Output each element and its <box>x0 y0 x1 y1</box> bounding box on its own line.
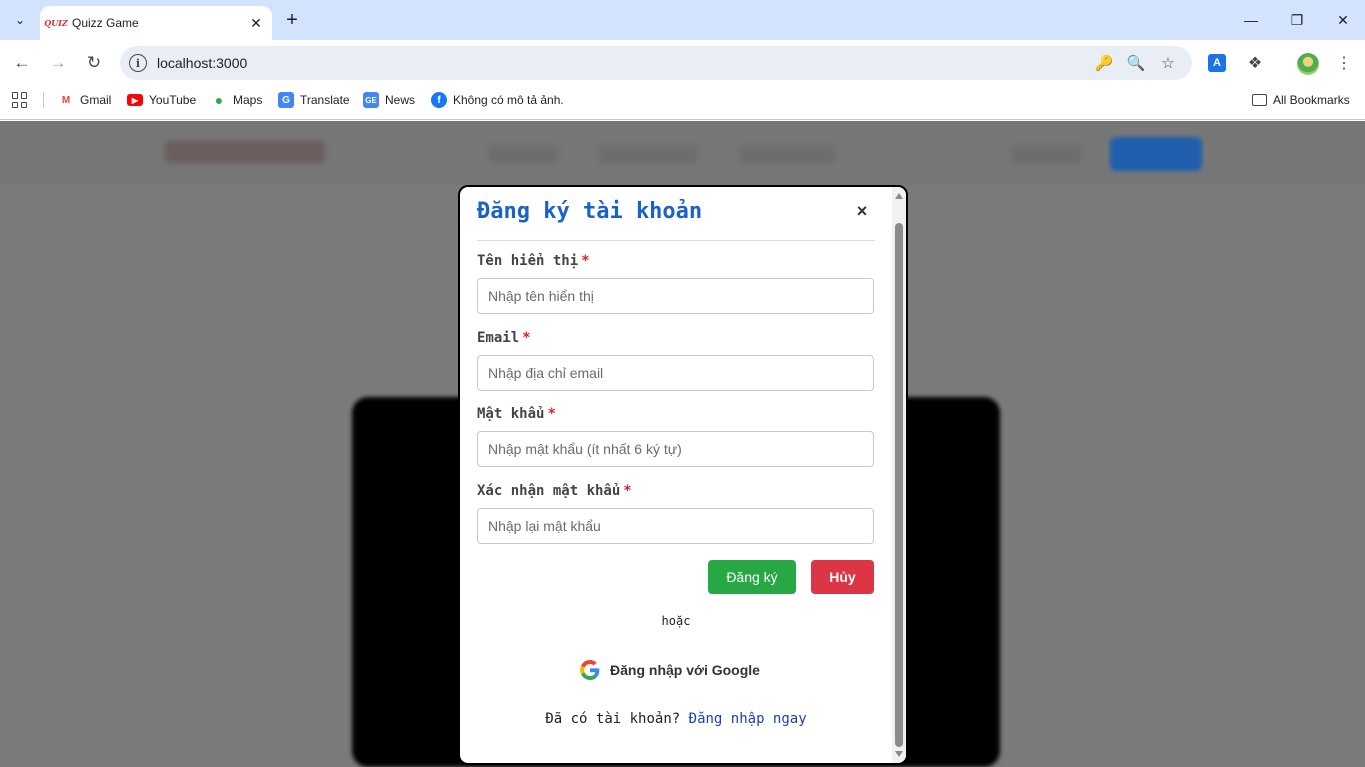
restore-icon[interactable]: ❐ <box>1285 8 1309 32</box>
address-bar[interactable]: i localhost:3000 🔑 🔍 ☆ <box>120 46 1192 80</box>
bookmark-label: YouTube <box>149 93 197 107</box>
tab-search-chevron-icon[interactable]: ⌄ <box>8 8 32 32</box>
tab-strip: ⌄ QUIZ Quizz Game ✕ + — ❐ ✕ <box>0 0 1365 40</box>
profile-avatar[interactable] <box>1297 53 1319 75</box>
facebook-icon: f <box>431 92 447 108</box>
register-modal: Đăng ký tài khoản × Tên hiển thị* Email*… <box>458 185 908 765</box>
new-tab-plus-icon[interactable]: + <box>280 8 304 32</box>
password-input[interactable] <box>477 431 874 467</box>
modal-divider <box>477 240 875 241</box>
all-bookmarks-label: All Bookmarks <box>1273 93 1350 107</box>
password-label-text: Mật khẩu <box>477 406 545 422</box>
display-name-label: Tên hiển thị * <box>477 253 590 269</box>
bookmark-label: Maps <box>233 93 263 107</box>
or-divider-text: hoặc <box>661 614 691 628</box>
password-key-icon[interactable]: 🔑 <box>1094 53 1114 73</box>
google-translate-icon[interactable]: A <box>1208 54 1226 72</box>
google-login-button[interactable]: Đăng nhập với Google <box>580 657 760 683</box>
scroll-up-arrow-icon[interactable] <box>895 193 903 199</box>
register-button[interactable]: Đăng ký <box>708 560 796 594</box>
active-tab[interactable]: QUIZ Quizz Game ✕ <box>40 6 272 40</box>
display-name-label-text: Tên hiển thị <box>477 253 579 269</box>
youtube-icon: ▶ <box>127 94 143 106</box>
translate-icon: G <box>278 92 294 108</box>
required-marker: * <box>581 253 590 269</box>
bookmark-label: News <box>385 93 416 107</box>
email-input[interactable] <box>477 355 874 391</box>
bookmarks-bar <box>0 86 1365 120</box>
login-now-link[interactable]: Đăng nhập ngay <box>689 711 807 727</box>
modal-scrollbar[interactable] <box>892 187 906 763</box>
scrollbar-thumb[interactable] <box>895 223 903 747</box>
minimize-icon[interactable]: — <box>1239 8 1263 32</box>
bookmark-facebook[interactable]: f Không có mô tả ảnh. <box>431 91 564 109</box>
email-label: Email * <box>477 330 531 346</box>
blurred-nav-item <box>598 145 698 163</box>
required-marker: * <box>623 483 632 499</box>
zoom-icon[interactable]: 🔍 <box>1126 53 1146 73</box>
confirm-password-label: Xác nhận mật khẩu * <box>477 483 632 499</box>
maps-icon: ● <box>214 92 224 108</box>
password-label: Mật khẩu * <box>477 406 556 422</box>
blurred-logo <box>165 141 325 163</box>
login-prompt: Đã có tài khoản? Đăng nhập ngay <box>460 711 892 727</box>
browser-toolbar: ← → ↻ i localhost:3000 🔑 🔍 ☆ A ❖ ⋮ <box>0 40 1365 86</box>
apps-grid-icon[interactable] <box>12 92 28 108</box>
site-info-icon[interactable]: i <box>129 54 147 72</box>
forward-arrow-icon[interactable]: → <box>44 49 72 77</box>
news-icon: GE <box>363 92 379 108</box>
bookmark-label: Gmail <box>80 93 112 107</box>
extensions-puzzle-icon[interactable]: ❖ <box>1242 50 1268 76</box>
url-text[interactable]: localhost:3000 <box>157 55 247 71</box>
blurred-nav-item <box>1012 145 1082 163</box>
display-name-input[interactable] <box>477 278 874 314</box>
reload-icon[interactable]: ↻ <box>80 49 108 77</box>
blurred-header-button <box>1110 137 1202 171</box>
window-close-icon[interactable]: ✕ <box>1331 8 1355 32</box>
scroll-down-arrow-icon[interactable] <box>895 751 903 757</box>
bookmark-news[interactable]: GE News <box>363 91 415 109</box>
bookmark-label: Không có mô tả ảnh. <box>453 93 564 107</box>
folder-icon <box>1252 94 1267 106</box>
google-g-icon <box>580 660 600 680</box>
menu-kebab-icon[interactable]: ⋮ <box>1331 50 1357 76</box>
bookmark-translate[interactable]: G Translate <box>278 91 350 109</box>
modal-title: Đăng ký tài khoản <box>477 199 703 224</box>
bookmark-gmail[interactable]: M Gmail <box>58 91 112 109</box>
blurred-nav-item <box>740 145 835 163</box>
gmail-icon: M <box>61 94 71 106</box>
blurred-app-header <box>0 121 1365 185</box>
bookmark-label: Translate <box>300 93 350 107</box>
bookmarks-separator <box>43 92 44 108</box>
required-marker: * <box>547 406 556 422</box>
tab-title: Quizz Game <box>72 16 139 30</box>
close-icon[interactable]: × <box>852 201 872 221</box>
cancel-button[interactable]: Hủy <box>811 560 874 594</box>
all-bookmarks[interactable]: All Bookmarks <box>1252 91 1350 109</box>
confirm-password-input[interactable] <box>477 508 874 544</box>
back-arrow-icon[interactable]: ← <box>8 49 36 77</box>
required-marker: * <box>522 330 531 346</box>
blurred-nav-item <box>488 145 558 163</box>
bookmark-maps[interactable]: ● Maps <box>211 91 263 109</box>
bookmark-youtube[interactable]: ▶ YouTube <box>127 91 196 109</box>
quiz-favicon-icon: QUIZ <box>44 18 68 28</box>
email-label-text: Email <box>477 330 520 346</box>
confirm-password-label-text: Xác nhận mật khẩu <box>477 483 621 499</box>
tab-close-icon[interactable]: ✕ <box>246 13 266 33</box>
login-prompt-text: Đã có tài khoản? <box>545 711 681 727</box>
google-login-label: Đăng nhập với Google <box>610 662 760 678</box>
bookmark-star-icon[interactable]: ☆ <box>1158 53 1178 73</box>
